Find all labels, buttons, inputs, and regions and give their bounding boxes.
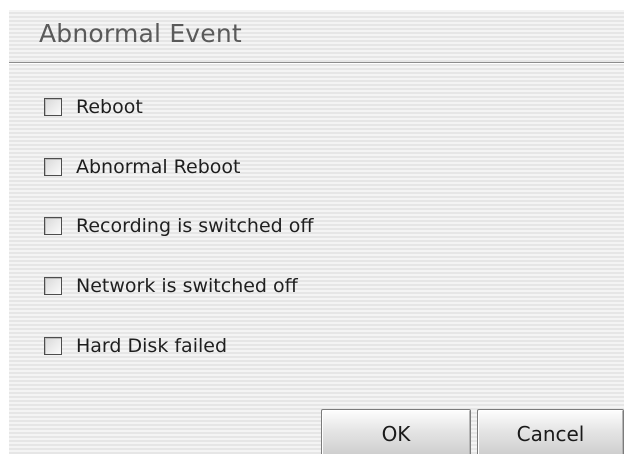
cancel-button[interactable]: Cancel	[477, 409, 624, 454]
option-reboot[interactable]: Reboot	[44, 94, 143, 120]
recording-switched-off-checkbox[interactable]	[44, 217, 62, 235]
dialog-title: Abnormal Event	[39, 19, 242, 48]
recording-switched-off-label: Recording is switched off	[76, 215, 314, 237]
option-abnormal-reboot[interactable]: Abnormal Reboot	[44, 154, 240, 180]
option-hard-disk-failed[interactable]: Hard Disk failed	[44, 333, 227, 359]
network-switched-off-label: Network is switched off	[76, 275, 298, 297]
hard-disk-failed-checkbox[interactable]	[44, 337, 62, 355]
abnormal-reboot-label: Abnormal Reboot	[76, 156, 241, 178]
ok-button[interactable]: OK	[321, 409, 471, 454]
hard-disk-failed-label: Hard Disk failed	[76, 335, 227, 357]
reboot-checkbox[interactable]	[44, 98, 62, 116]
option-network-switched-off[interactable]: Network is switched off	[44, 273, 298, 299]
option-recording-switched-off[interactable]: Recording is switched off	[44, 213, 313, 239]
abnormal-event-dialog: Abnormal Event Reboot Abnormal Reboot Re…	[9, 10, 624, 454]
reboot-label: Reboot	[76, 96, 143, 118]
dialog-title-bar: Abnormal Event	[9, 10, 624, 63]
abnormal-reboot-checkbox[interactable]	[44, 158, 62, 176]
network-switched-off-checkbox[interactable]	[44, 277, 62, 295]
